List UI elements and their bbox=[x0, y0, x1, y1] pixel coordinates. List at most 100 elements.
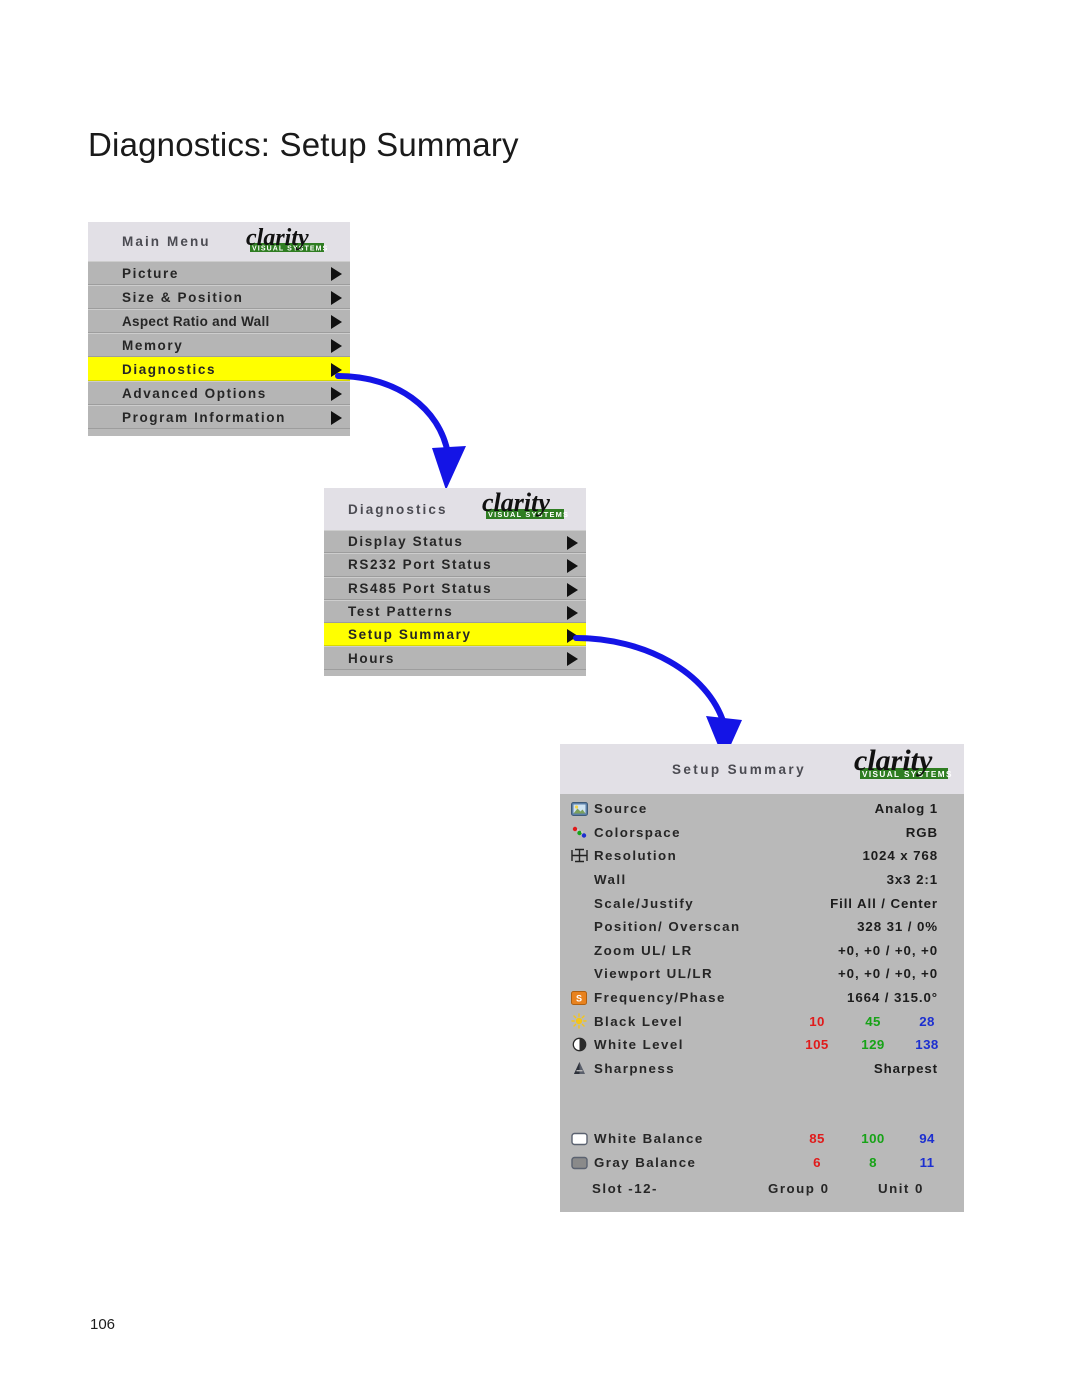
summary-row-colorspace: Colorspace RGB bbox=[560, 821, 964, 845]
clarity-logo: VISUAL SYSTEMS clarity bbox=[482, 491, 568, 519]
setup-summary-header: Setup Summary VISUAL SYSTEMS clarity bbox=[560, 744, 964, 794]
summary-value-blue: 94 bbox=[919, 1131, 935, 1147]
summary-value: 1024 x 768 bbox=[862, 848, 938, 864]
summary-label: White Balance bbox=[594, 1131, 704, 1147]
summary-label: Resolution bbox=[594, 848, 678, 864]
slot-value: Slot -12- bbox=[592, 1180, 658, 1196]
svg-text:S: S bbox=[576, 993, 582, 1003]
no-icon bbox=[568, 918, 590, 935]
menu-item-rs232-port-status[interactable]: RS232 Port Status bbox=[324, 553, 586, 577]
menu-item-label: Program Information bbox=[122, 409, 286, 425]
menu-item-label: Display Status bbox=[348, 534, 464, 550]
summary-label: Sharpness bbox=[594, 1060, 676, 1076]
menu-item-label: Memory bbox=[122, 337, 184, 353]
clarity-logo: VISUAL SYSTEMS clarity bbox=[246, 226, 327, 253]
summary-value-blue: 138 bbox=[915, 1037, 939, 1053]
menu-item-label: RS232 Port Status bbox=[348, 557, 493, 573]
summary-label: Black Level bbox=[594, 1013, 684, 1029]
summary-row-scale-justify: Scale/Justify Fill All / Center bbox=[560, 891, 964, 915]
summary-value: +0, +0 / +0, +0 bbox=[837, 942, 938, 958]
menu-item-program-information[interactable]: Program Information bbox=[88, 405, 350, 429]
summary-value: +0, +0 / +0, +0 bbox=[837, 966, 938, 982]
summary-footer: Slot -12- Group 0 Unit 0 bbox=[560, 1174, 964, 1202]
summary-value-red: 105 bbox=[805, 1037, 829, 1053]
chevron-right-icon bbox=[567, 559, 578, 574]
chevron-right-icon bbox=[331, 291, 342, 305]
menu-item-label: Hours bbox=[348, 650, 396, 666]
picture-icon bbox=[568, 800, 590, 817]
summary-value-red: 10 bbox=[809, 1013, 825, 1029]
svg-text:clarity: clarity bbox=[854, 747, 933, 777]
summary-row-gray-balance: Gray Balance 6 8 11 bbox=[560, 1151, 964, 1175]
summary-value: Analog 1 bbox=[874, 801, 938, 817]
menu-item-size-position[interactable]: Size & Position bbox=[88, 285, 350, 309]
page-title: Diagnostics: Setup Summary bbox=[88, 126, 519, 163]
flow-arrow-diagnostics-to-setup-summary bbox=[573, 635, 742, 760]
summary-value-green: 8 bbox=[869, 1155, 877, 1171]
menu-item-setup-summary[interactable]: Setup Summary bbox=[324, 623, 586, 647]
summary-label: Colorspace bbox=[594, 824, 681, 840]
summary-label: Position/ Overscan bbox=[594, 919, 741, 935]
summary-label: Wall bbox=[594, 872, 627, 888]
summary-value-green: 100 bbox=[861, 1131, 885, 1147]
menu-item-aspect-ratio-and-wall[interactable]: Aspect Ratio and Wall bbox=[88, 309, 350, 333]
summary-row-wall: Wall 3x3 2:1 bbox=[560, 868, 964, 892]
summary-row-frequency-phase: S Frequency/Phase 1664 / 315.0° bbox=[560, 986, 964, 1010]
resolution-icon bbox=[568, 847, 590, 864]
sharpness-icon bbox=[568, 1060, 590, 1077]
clarity-logo: VISUAL SYSTEMS clarity bbox=[854, 747, 951, 779]
summary-row-position-overscan: Position/ Overscan 328 31 / 0% bbox=[560, 915, 964, 939]
summary-spacer bbox=[560, 1080, 964, 1127]
summary-value: RGB bbox=[905, 824, 938, 840]
summary-label: White Level bbox=[594, 1037, 684, 1053]
summary-label: Frequency/Phase bbox=[594, 990, 726, 1006]
menu-item-label: RS485 Port Status bbox=[348, 580, 493, 596]
menu-item-label: Diagnostics bbox=[122, 361, 217, 377]
main-menu-panel: Main Menu VISUAL SYSTEMS clarity Picture… bbox=[88, 222, 350, 436]
menu-item-display-status[interactable]: Display Status bbox=[324, 530, 586, 554]
chevron-right-icon bbox=[331, 339, 342, 353]
main-menu-title: Main Menu bbox=[122, 234, 211, 249]
svg-text:clarity: clarity bbox=[246, 226, 309, 251]
summary-label: Source bbox=[594, 801, 648, 817]
menu-item-label: Test Patterns bbox=[348, 604, 454, 620]
menu-item-hours[interactable]: Hours bbox=[324, 646, 586, 670]
menu-item-label: Setup Summary bbox=[348, 627, 472, 643]
menu-item-test-patterns[interactable]: Test Patterns bbox=[324, 599, 586, 624]
summary-label: Gray Balance bbox=[594, 1155, 697, 1171]
chevron-right-icon bbox=[331, 315, 342, 329]
menu-item-advanced-options[interactable]: Advanced Options bbox=[88, 381, 350, 405]
summary-row-white-balance: White Balance 85 100 94 bbox=[560, 1127, 964, 1151]
gray-balance-icon bbox=[568, 1154, 590, 1171]
no-icon bbox=[568, 942, 590, 959]
summary-row-sharpness: Sharpness Sharpest bbox=[560, 1057, 964, 1081]
summary-value: 1664 / 315.0° bbox=[847, 990, 938, 1006]
menu-item-label: Aspect Ratio and Wall bbox=[122, 313, 270, 329]
frequency-icon: S bbox=[568, 989, 590, 1006]
summary-row-zoom-ul-lr: Zoom UL/ LR +0, +0 / +0, +0 bbox=[560, 939, 964, 963]
main-menu-items: Picture Size & Position Aspect Ratio and… bbox=[88, 261, 350, 429]
menu-item-memory[interactable]: Memory bbox=[88, 333, 350, 357]
menu-item-rs485-port-status[interactable]: RS485 Port Status bbox=[324, 576, 586, 600]
chevron-right-icon bbox=[567, 605, 578, 620]
summary-row-black-level: Black Level 10 45 28 bbox=[560, 1009, 964, 1033]
summary-label: Zoom UL/ LR bbox=[594, 942, 693, 958]
group-value: Group 0 bbox=[768, 1180, 830, 1196]
setup-summary-rows: Source Analog 1 Colorspace RGB Resolutio… bbox=[560, 794, 964, 1203]
menu-item-diagnostics[interactable]: Diagnostics bbox=[88, 357, 350, 381]
chevron-right-icon bbox=[331, 267, 342, 281]
main-menu-header: Main Menu VISUAL SYSTEMS clarity bbox=[88, 222, 350, 261]
colorspace-icon bbox=[568, 824, 590, 841]
summary-value-red: 6 bbox=[813, 1155, 821, 1171]
summary-value: 328 31 / 0% bbox=[857, 919, 938, 935]
diagnostics-menu-items: Display Status RS232 Port Status RS485 P… bbox=[324, 530, 586, 670]
summary-value-red: 85 bbox=[809, 1131, 825, 1147]
no-icon bbox=[568, 895, 590, 912]
summary-row-source: Source Analog 1 bbox=[560, 797, 964, 821]
menu-item-picture[interactable]: Picture bbox=[88, 261, 350, 285]
no-icon bbox=[568, 965, 590, 982]
summary-value-blue: 11 bbox=[919, 1155, 935, 1171]
chevron-right-icon bbox=[567, 582, 578, 597]
menu-item-label: Picture bbox=[122, 265, 179, 281]
setup-summary-title: Setup Summary bbox=[672, 761, 806, 777]
